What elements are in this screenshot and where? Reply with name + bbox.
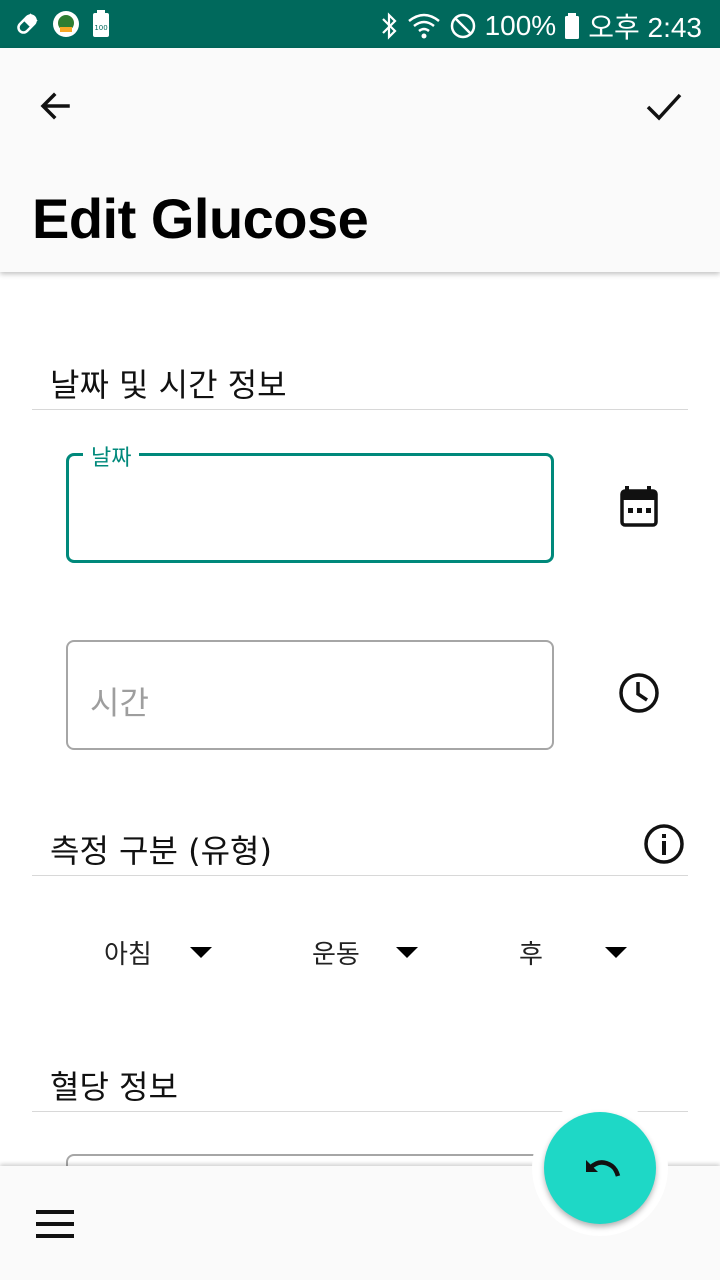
- date-field-label: 날짜: [83, 440, 140, 472]
- date-picker-button[interactable]: [617, 484, 661, 528]
- undo-icon: [586, 1160, 621, 1177]
- undo-fab[interactable]: [544, 1112, 656, 1224]
- status-bar: 100 100% 오후 2:43: [0, 0, 720, 48]
- do-not-disturb-icon: [450, 13, 475, 39]
- system-icons: 100% 오후 2:43: [379, 6, 702, 46]
- meal-time-dropdown[interactable]: 아침: [104, 930, 216, 974]
- caret-down-icon: [190, 947, 212, 958]
- app-notification-icon: [53, 11, 79, 37]
- time-picker-button[interactable]: [617, 671, 661, 715]
- battery-saver-icon: 100: [93, 10, 109, 37]
- activity-value: 운동: [312, 939, 360, 970]
- clock: 오후 2:43: [588, 12, 702, 43]
- bluetooth-icon: [381, 12, 397, 40]
- meal-time-value: 아침: [104, 939, 152, 970]
- info-button[interactable]: [642, 822, 686, 866]
- time-field[interactable]: 시간: [66, 640, 554, 750]
- timing-dropdown[interactable]: 후: [519, 930, 629, 974]
- datetime-section-title: 날짜 및 시간 정보: [50, 366, 287, 404]
- battery-percent: 100%: [484, 10, 557, 41]
- back-button[interactable]: [34, 84, 78, 128]
- arrow-back-icon: [40, 92, 70, 120]
- pill-icon: [17, 13, 38, 34]
- svg-text:100: 100: [94, 24, 107, 32]
- info-icon: [644, 824, 684, 864]
- calendar-icon: [620, 486, 658, 527]
- menu-icon: [36, 1210, 74, 1214]
- time-field-placeholder: 시간: [90, 684, 149, 722]
- glucose-section-title: 혈당 정보: [50, 1068, 178, 1106]
- caret-down-icon: [396, 947, 418, 958]
- menu-button[interactable]: [36, 1210, 76, 1240]
- activity-dropdown[interactable]: 운동: [312, 930, 422, 974]
- type-section-title: 측정 구분 (유형): [50, 832, 272, 870]
- caret-down-icon: [605, 947, 627, 958]
- timing-value: 후: [519, 939, 543, 970]
- page-title: Edit Glucose: [32, 187, 369, 250]
- check-icon: [646, 93, 682, 121]
- battery-icon: [565, 13, 580, 39]
- clock-icon: [619, 673, 659, 713]
- save-button[interactable]: [642, 84, 686, 128]
- wifi-icon: [407, 13, 440, 39]
- notification-icons: 100: [14, 10, 110, 38]
- datetime-section-header: 날짜 및 시간 정보: [32, 352, 688, 410]
- app-bar: Edit Glucose: [0, 48, 720, 272]
- type-section-header: 측정 구분 (유형): [32, 818, 688, 876]
- date-field[interactable]: 날짜: [66, 440, 554, 563]
